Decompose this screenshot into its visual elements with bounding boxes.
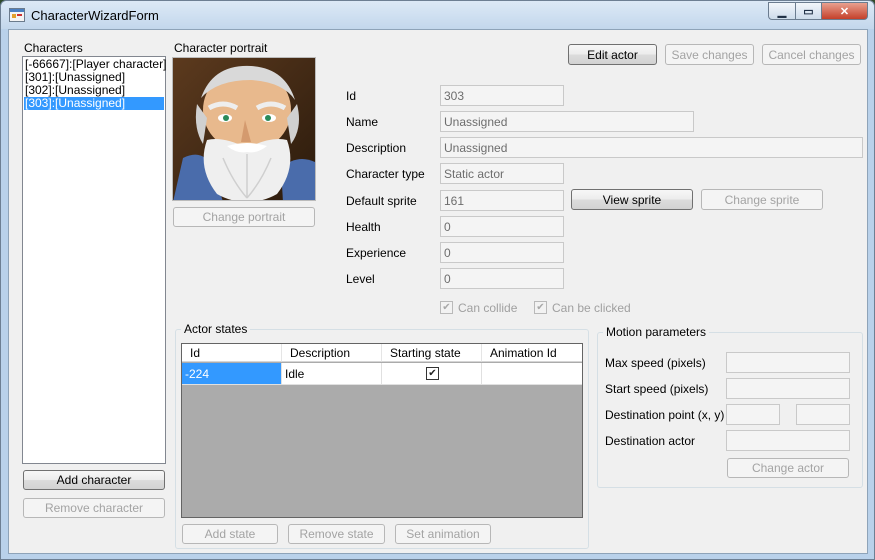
characters-label: Characters bbox=[24, 41, 83, 55]
experience-label: Experience bbox=[346, 246, 407, 260]
destination-point-label: Destination point (x, y) bbox=[605, 408, 725, 422]
remove-state-button[interactable]: Remove state bbox=[288, 524, 385, 544]
health-label: Health bbox=[346, 220, 381, 234]
cell-starting-state[interactable]: ✔ bbox=[382, 363, 482, 385]
character-portrait-image bbox=[172, 57, 316, 201]
level-label: Level bbox=[346, 272, 375, 286]
close-icon: ✕ bbox=[839, 5, 850, 18]
can-collide-label: Can collide bbox=[458, 301, 518, 315]
close-button[interactable]: ✕ bbox=[822, 2, 868, 20]
add-state-button[interactable]: Add state bbox=[182, 524, 278, 544]
remove-character-button[interactable]: Remove character bbox=[23, 498, 165, 518]
experience-field[interactable]: 0 bbox=[440, 242, 564, 263]
change-portrait-button[interactable]: Change portrait bbox=[173, 207, 315, 227]
minimize-button[interactable]: ▁ bbox=[768, 2, 796, 20]
column-header-description[interactable]: Description bbox=[282, 344, 382, 362]
character-type-field[interactable]: Static actor bbox=[440, 163, 564, 184]
character-portrait-label: Character portrait bbox=[174, 41, 268, 55]
destination-x-field[interactable] bbox=[726, 404, 780, 425]
health-field[interactable]: 0 bbox=[440, 216, 564, 237]
character-wizard-window: CharacterWizardForm ▁ ▭ ✕ Characters [-6… bbox=[0, 0, 875, 560]
can-collide-checkbox[interactable]: ✔ bbox=[440, 301, 453, 314]
minimize-icon: ▁ bbox=[777, 5, 787, 18]
maximize-button[interactable]: ▭ bbox=[796, 2, 822, 20]
cell-state-id[interactable]: -224 bbox=[182, 363, 282, 385]
check-icon: ✔ bbox=[442, 301, 451, 313]
id-field[interactable]: 303 bbox=[440, 85, 564, 106]
id-label: Id bbox=[346, 89, 357, 103]
motion-parameters-label: Motion parameters bbox=[603, 325, 710, 339]
level-field[interactable]: 0 bbox=[440, 268, 564, 289]
maximize-icon: ▭ bbox=[803, 5, 814, 18]
check-icon: ✔ bbox=[536, 301, 545, 313]
change-actor-button[interactable]: Change actor bbox=[727, 458, 849, 478]
name-field[interactable]: Unassigned bbox=[440, 111, 694, 132]
description-label: Description bbox=[346, 141, 407, 155]
can-be-clicked-checkbox[interactable]: ✔ bbox=[534, 301, 547, 314]
save-changes-button[interactable]: Save changes bbox=[665, 44, 754, 65]
change-sprite-button[interactable]: Change sprite bbox=[701, 189, 823, 210]
max-speed-field[interactable] bbox=[726, 352, 850, 373]
cancel-changes-button[interactable]: Cancel changes bbox=[762, 44, 861, 65]
destination-actor-field[interactable] bbox=[726, 430, 850, 451]
column-header-animation-id[interactable]: Animation Id bbox=[482, 344, 582, 362]
view-sprite-button[interactable]: View sprite bbox=[571, 189, 693, 210]
old-man-portrait-icon bbox=[173, 58, 315, 200]
can-be-clicked-label: Can be clicked bbox=[552, 301, 631, 315]
destination-y-field[interactable] bbox=[796, 404, 850, 425]
client-area: Characters [-66667]:[Player character] [… bbox=[8, 29, 868, 554]
max-speed-label: Max speed (pixels) bbox=[605, 356, 706, 370]
title-bar[interactable]: CharacterWizardForm ▁ ▭ ✕ bbox=[1, 1, 874, 29]
column-header-id[interactable]: Id bbox=[182, 344, 282, 362]
set-animation-button[interactable]: Set animation bbox=[395, 524, 491, 544]
cell-state-description[interactable]: Idle bbox=[282, 363, 382, 385]
edit-actor-button[interactable]: Edit actor bbox=[568, 44, 657, 65]
list-item-selected[interactable]: [303]:[Unassigned] bbox=[24, 97, 164, 110]
starting-state-checkbox[interactable]: ✔ bbox=[426, 367, 439, 380]
name-label: Name bbox=[346, 115, 379, 129]
start-speed-label: Start speed (pixels) bbox=[605, 382, 709, 396]
column-header-starting-state[interactable]: Starting state bbox=[382, 344, 482, 362]
default-sprite-field[interactable]: 161 bbox=[440, 190, 564, 211]
window-title: CharacterWizardForm bbox=[31, 8, 159, 23]
characters-listbox[interactable]: [-66667]:[Player character] [301]:[Unass… bbox=[22, 56, 166, 464]
add-character-button[interactable]: Add character bbox=[23, 470, 165, 490]
start-speed-field[interactable] bbox=[726, 378, 850, 399]
actor-states-grid[interactable]: Id Description Starting state Animation … bbox=[181, 343, 583, 518]
destination-actor-label: Destination actor bbox=[605, 434, 696, 448]
actor-states-label: Actor states bbox=[181, 322, 251, 336]
check-icon: ✔ bbox=[428, 367, 437, 379]
character-type-label: Character type bbox=[346, 167, 425, 181]
default-sprite-label: Default sprite bbox=[346, 194, 417, 208]
app-form-icon bbox=[9, 8, 25, 22]
cell-animation-id[interactable] bbox=[482, 363, 582, 385]
description-field[interactable]: Unassigned bbox=[440, 137, 863, 158]
